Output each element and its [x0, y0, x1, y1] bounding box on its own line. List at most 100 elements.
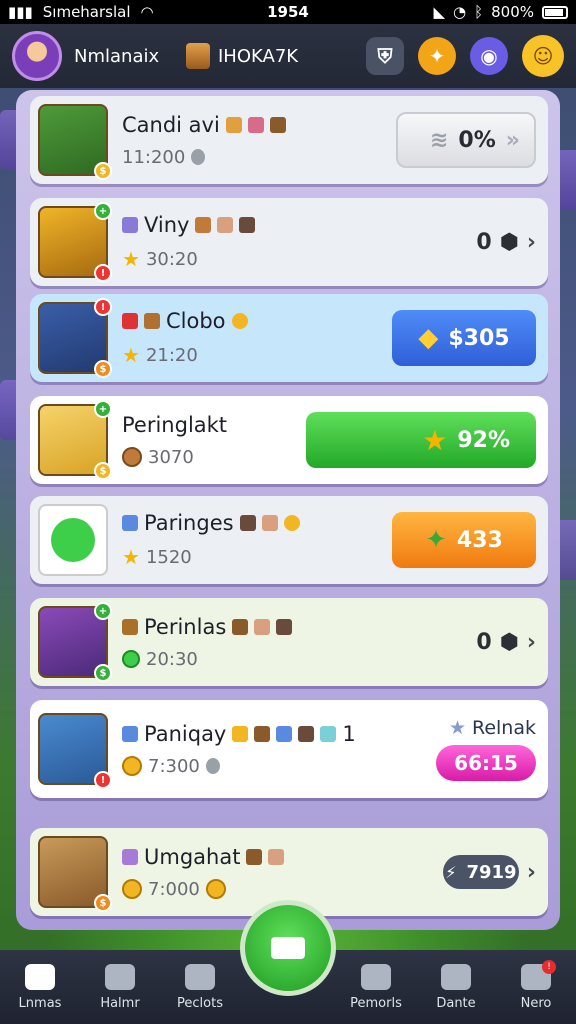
smiley-icon[interactable]: ☺ [522, 35, 564, 77]
item-subtitle: 7:000 [148, 878, 200, 900]
red-badge-icon: ! [94, 264, 112, 282]
buy-button[interactable]: ◆ $305 [392, 310, 536, 366]
character-thumbnail: $ [38, 836, 112, 912]
action-value: 0 [476, 229, 492, 255]
emoji-icon [261, 515, 278, 531]
green-badge-icon: + [94, 602, 112, 620]
list-item[interactable]: $ Candi avi 11:200 ≋ 0% » [30, 96, 548, 184]
chevron-right-icon: › [526, 859, 536, 885]
emoji-icon [298, 725, 315, 742]
item-title: Peringlakt [122, 412, 228, 437]
orange-badge-icon: $ [94, 894, 112, 912]
hexagon-icon: ⬢ [499, 229, 519, 255]
list-item[interactable]: ! $ Clobo ★ 21:20 ◆ $305 [30, 294, 548, 382]
character-thumbnail: + $ [38, 602, 112, 682]
star-outline-icon: ★ [448, 717, 466, 739]
item-action[interactable]: 0 ⬢ › [476, 630, 536, 655]
box-icon [122, 618, 138, 635]
item-title: Perinlas [144, 614, 227, 639]
star-icon: ★ [122, 247, 140, 271]
item-subtitle: 30:20 [145, 248, 198, 270]
shield-icon[interactable]: ⛨ [366, 37, 404, 75]
title-suffix: 1 [342, 721, 356, 746]
item-subtitle: 1520 [145, 546, 192, 568]
notification-badge: ! [542, 960, 556, 974]
nav-label: Halmr [100, 995, 140, 1011]
item-action[interactable]: ⚡ 7919 › [442, 855, 536, 889]
list-item[interactable]: + ! Viny ★ 30:20 0 ⬢ › [30, 198, 548, 286]
green-badge-icon: $ [94, 664, 112, 682]
emoji-icon [246, 848, 263, 865]
character-thumbnail: + $ [38, 400, 112, 480]
claim-button[interactable]: ★ 92% [306, 412, 536, 468]
list-item[interactable]: Paringes ★ 1520 ✦ 433 [30, 496, 548, 584]
action-value: 7919 [466, 861, 517, 883]
item-action[interactable]: 0 ⬢ › [476, 230, 536, 255]
cube-icon [122, 725, 138, 742]
progress-button[interactable]: ≋ 0% » [396, 112, 536, 168]
green-badge-icon: + [94, 400, 112, 418]
character-thumbnail: ! [38, 713, 112, 789]
item-subtitle: 3070 [148, 446, 194, 468]
coin-badge-icon: $ [94, 162, 112, 180]
list-item[interactable]: + $ Peringlakt 3070 ★ 92% [30, 396, 548, 484]
emoji-icon [269, 116, 286, 133]
wave-icon: ≋ [429, 127, 449, 153]
emoji-icon [195, 217, 212, 233]
coin-icon [231, 313, 248, 329]
ghost-icon[interactable]: ◉ [470, 37, 508, 75]
green-orb-icon [51, 518, 95, 562]
emoji-icon [268, 848, 285, 865]
upgrade-button[interactable]: ✦ 433 [392, 512, 536, 568]
emoji-icon [232, 618, 249, 635]
gem-icon [122, 515, 138, 531]
action-value: 92% [457, 427, 510, 453]
item-title: Umgahat [144, 844, 241, 869]
bottom-nav: Lnmas Halmr Peclots Pemorls Dante ! Nero [0, 900, 576, 1024]
item-subtitle: 7:300 [148, 755, 200, 777]
location-icon: ◣ [433, 3, 445, 21]
signal-icon: ▮▮▮ [8, 3, 33, 21]
action-value: 0% [458, 127, 496, 153]
bluetooth-icon: ᛒ [474, 3, 484, 21]
item-title: Clobo [166, 309, 226, 333]
book-icon [122, 313, 138, 329]
nav-item-projects[interactable]: Peclots [160, 950, 240, 1024]
tray-icon [271, 937, 305, 959]
carrier-name: Sımeharslal [42, 3, 131, 21]
guild-info[interactable]: IHOKA7K [186, 43, 298, 69]
nav-item-heroes[interactable]: Halmr [80, 950, 160, 1024]
character-thumbnail [38, 504, 108, 576]
emoji-icon [144, 313, 160, 329]
timer-button[interactable]: 66:15 [436, 745, 536, 781]
nav-item-home[interactable]: Lnmas [0, 950, 80, 1024]
action-value: $305 [448, 325, 510, 351]
list-item[interactable]: ! Paniqay 1 7:300 ★ Relnak 66:15 [30, 700, 548, 798]
cookie-icon [122, 447, 142, 467]
player-avatar[interactable] [12, 31, 62, 81]
nav-item-memories[interactable]: Pemorls [336, 950, 416, 1024]
item-portrait [38, 504, 108, 576]
battery-percent: 800% [491, 3, 534, 21]
item-subtitle: 20:30 [146, 648, 198, 670]
silver-coin-icon [191, 149, 206, 165]
star-icon: ★ [122, 545, 140, 569]
quest-list-panel: $ Candi avi 11:200 ≋ 0% » + ! Viny ★ 30:… [16, 90, 560, 930]
item-title: Viny [144, 213, 190, 237]
star-icon: ★ [422, 423, 448, 457]
nav-label: Peclots [177, 995, 223, 1011]
item-subtitle: 11:200 [122, 146, 186, 168]
speed-button[interactable]: ⚡ 7919 [442, 855, 519, 889]
emoji-icon [276, 618, 293, 635]
emoji-icon [217, 217, 234, 233]
emoji-icon [254, 725, 271, 742]
list-item[interactable]: + $ Perinlas 20:30 0 ⬢ › [30, 598, 548, 686]
emoji-icon [239, 217, 256, 233]
shop-center-button[interactable] [240, 900, 336, 996]
nav-item-dante[interactable]: Dante [416, 950, 496, 1024]
boost-icon[interactable]: ✦ [418, 37, 456, 75]
guild-name: IHOKA7K [218, 45, 299, 67]
emoji-icon [232, 725, 249, 742]
chevron-right-icon: › [526, 229, 536, 255]
nav-item-more[interactable]: ! Nero [496, 950, 576, 1024]
